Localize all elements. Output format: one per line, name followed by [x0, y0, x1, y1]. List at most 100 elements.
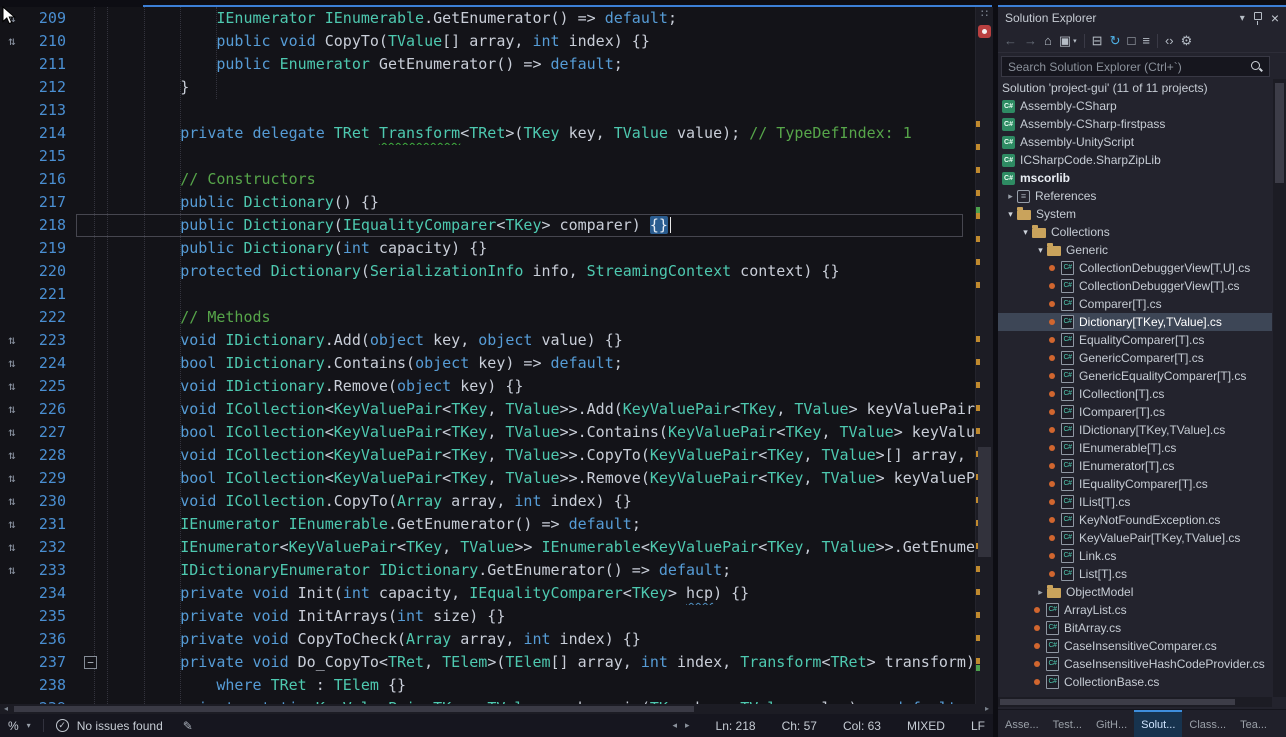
collapse-all-button-icon[interactable]: ⊟ [1092, 34, 1103, 47]
editor-line[interactable]: 235 private void InitArrays(int size) {} [0, 605, 975, 628]
forward-button-icon[interactable]: → [1024, 34, 1037, 47]
tree-item[interactable]: C#IEnumerable[T].cs [998, 439, 1272, 457]
editor-vertical-scrollbar[interactable]: ∷ [975, 7, 993, 704]
expander-icon[interactable]: ▸ [1034, 587, 1047, 598]
editor-horizontal-scrollbar[interactable]: ◂ ▸ [0, 704, 993, 714]
expander-icon[interactable]: ▾ [1019, 227, 1032, 238]
editor-line[interactable]: 216 // Constructors [0, 168, 975, 191]
window-menu-icon[interactable]: ▾ [1240, 13, 1245, 24]
overrides-margin-icon[interactable]: ⇅ [0, 444, 24, 467]
panel-tab-gith[interactable]: GitH... [1089, 710, 1134, 737]
tree-hscrollbar-thumb[interactable] [1000, 699, 1235, 705]
editor-line[interactable]: ⇅230 void ICollection.CopyTo(Array array… [0, 490, 975, 513]
editor-line[interactable]: ⇅231 IEnumerator IEnumerable.GetEnumerat… [0, 513, 975, 536]
editor-line[interactable]: ⇅210 public void CopyTo(TValue[] array, … [0, 30, 975, 53]
scroll-left-arrow-icon[interactable]: ◂ [0, 704, 12, 714]
editor-line[interactable]: ⇅233 IDictionaryEnumerator IDictionary.G… [0, 559, 975, 582]
fold-collapse-icon[interactable]: − [84, 656, 97, 669]
editor-line[interactable]: 238 where TRet : TElem {} [0, 674, 975, 697]
tree-item[interactable]: C#Dictionary[TKey,TValue].cs [998, 313, 1272, 331]
editor-line[interactable]: ⇅229 bool ICollection<KeyValuePair<TKey,… [0, 467, 975, 490]
tree-item[interactable]: C#BitArray.cs [998, 619, 1272, 637]
overrides-margin-icon[interactable]: ⇅ [0, 536, 24, 559]
tree-item[interactable]: C#CaseInsensitiveHashCodeProvider.cs [998, 655, 1272, 673]
editor-line[interactable]: ⇅232 IEnumerator<KeyValuePair<TKey, TVal… [0, 536, 975, 559]
tree-item[interactable]: C#CollectionBase.cs [998, 673, 1272, 691]
search-input[interactable]: Search Solution Explorer (Ctrl+`) [1001, 56, 1270, 77]
horizontal-scrollbar-thumb[interactable] [14, 706, 694, 712]
editor-line[interactable]: 211 public Enumerator GetEnumerator() =>… [0, 53, 975, 76]
switch-views-button-icon[interactable]: ▣ [1059, 34, 1071, 47]
tree-item[interactable]: ▾Generic [998, 241, 1272, 259]
tree-item[interactable]: C#IEqualityComparer[T].cs [998, 475, 1272, 493]
editor-line[interactable]: 218 public Dictionary(IEqualityComparer<… [0, 214, 975, 237]
tree-horizontal-scrollbar[interactable] [998, 697, 1272, 707]
home-button-icon[interactable]: ⌂ [1044, 34, 1052, 47]
tree-item[interactable]: C#ArrayList.cs [998, 601, 1272, 619]
pin-icon[interactable] [1254, 12, 1262, 20]
overrides-margin-icon[interactable]: ⇅ [0, 375, 24, 398]
tree-item[interactable]: C#KeyNotFoundException.cs [998, 511, 1272, 529]
back-button-icon[interactable]: ← [1004, 34, 1017, 47]
refresh-button-icon[interactable]: ↻ [1110, 34, 1121, 47]
overrides-margin-icon[interactable]: ⇅ [0, 559, 24, 582]
settings-button-icon[interactable]: ⚙ [1181, 34, 1193, 47]
editor-line[interactable]: ⇅209 IEnumerator IEnumerable.GetEnumerat… [0, 7, 975, 30]
tree-item[interactable]: C#CollectionDebuggerView[T,U].cs [998, 259, 1272, 277]
tree-item[interactable]: C#Assembly-CSharp [998, 97, 1272, 115]
editor-line[interactable]: 236 private void CopyToCheck(Array array… [0, 628, 975, 651]
editor-line[interactable]: 222 // Methods [0, 306, 975, 329]
tree-item[interactable]: ▾System [998, 205, 1272, 223]
tree-item[interactable]: C#CaseInsensitiveComparer.cs [998, 637, 1272, 655]
tree-item[interactable]: C#EqualityComparer[T].cs [998, 331, 1272, 349]
tree-item[interactable]: C#ICollection[T].cs [998, 385, 1272, 403]
code-editor[interactable]: ⇅209 IEnumerator IEnumerable.GetEnumerat… [0, 7, 993, 704]
editor-line[interactable]: 215 [0, 145, 975, 168]
tree-item[interactable]: C#KeyValuePair[TKey,TValue].cs [998, 529, 1272, 547]
show-all-files-button-icon[interactable]: □ [1127, 34, 1135, 47]
panel-title-bar[interactable]: Solution Explorer ▾ × [998, 7, 1286, 29]
tree-item[interactable]: C#Assembly-CSharp-firstpass [998, 115, 1272, 133]
status-next-icon[interactable]: ▸ [685, 720, 690, 731]
zoom-select[interactable]: % [8, 719, 19, 733]
editor-line[interactable]: ⇅224 bool IDictionary.Contains(object ke… [0, 352, 975, 375]
editor-line[interactable]: 234 private void Init(int capacity, IEqu… [0, 582, 975, 605]
editor-line[interactable]: ⇅223 void IDictionary.Add(object key, ob… [0, 329, 975, 352]
editor-line[interactable]: 221 [0, 283, 975, 306]
view-code-button-icon[interactable]: ‹› [1165, 34, 1174, 47]
dropdown-caret-icon[interactable]: ▾ [1073, 37, 1077, 45]
tree-item[interactable]: C#GenericComparer[T].cs [998, 349, 1272, 367]
editor-line[interactable]: 214 private delegate TRet Transform<TRet… [0, 122, 975, 145]
tree-item[interactable]: C#IList[T].cs [998, 493, 1272, 511]
editor-line[interactable]: 220 protected Dictionary(SerializationIn… [0, 260, 975, 283]
close-icon[interactable]: × [1271, 11, 1279, 25]
tree-item[interactable]: C#List[T].cs [998, 565, 1272, 583]
overrides-margin-icon[interactable]: ⇅ [0, 467, 24, 490]
status-prev-icon[interactable]: ◂ [672, 720, 677, 731]
panel-tab-tea[interactable]: Tea... [1233, 710, 1274, 737]
issues-status[interactable]: No issues found [77, 719, 163, 733]
zoom-caret-icon[interactable]: ▾ [27, 721, 31, 730]
properties-button-icon[interactable]: ≡ [1142, 34, 1150, 47]
tree-item[interactable]: C#Comparer[T].cs [998, 295, 1272, 313]
tree-item[interactable]: C#ICSharpCode.SharpZipLib [998, 151, 1272, 169]
overrides-margin-icon[interactable]: ⇅ [0, 30, 24, 53]
panel-tab-class[interactable]: Class... [1182, 710, 1233, 737]
tree-item[interactable]: C#CollectionDebuggerView[T].cs [998, 277, 1272, 295]
tree-vertical-scrollbar[interactable] [1273, 79, 1286, 697]
search-icon[interactable] [1250, 60, 1263, 73]
tree-item[interactable]: ▸≡References [998, 187, 1272, 205]
tree-item[interactable]: C#IDictionary[TKey,TValue].cs [998, 421, 1272, 439]
tree-item[interactable]: C#mscorlib [998, 169, 1272, 187]
scroll-right-arrow-icon[interactable]: ▸ [981, 704, 993, 714]
overrides-margin-icon[interactable]: ⇅ [0, 421, 24, 444]
editor-line[interactable]: ⇅226 void ICollection<KeyValuePair<TKey,… [0, 398, 975, 421]
tree-vscrollbar-thumb[interactable] [1275, 83, 1284, 183]
scrollbar-split-handle-icon[interactable]: ∷ [976, 7, 993, 22]
tree-item[interactable]: Solution 'project-gui' (11 of 11 project… [998, 79, 1272, 97]
overrides-margin-icon[interactable]: ⇅ [0, 513, 24, 536]
editor-line[interactable]: 219 public Dictionary(int capacity) {} [0, 237, 975, 260]
expander-icon[interactable]: ▾ [1034, 245, 1047, 256]
editor-line[interactable]: 212 } [0, 76, 975, 99]
overrides-margin-icon[interactable]: ⇅ [0, 329, 24, 352]
